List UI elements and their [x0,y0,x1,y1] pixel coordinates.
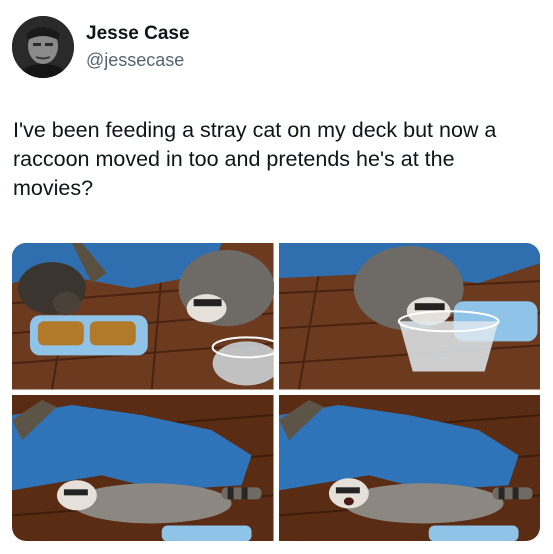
display-name[interactable]: Jesse Case [86,22,190,46]
avatar[interactable] [12,16,74,78]
author-info: Jesse Case @jessecase [86,22,190,72]
photo-4[interactable] [278,394,540,541]
tweet-text: I've been feeding a stray cat on my deck… [13,118,497,200]
photo-3[interactable] [12,394,274,541]
tweet-header: Jesse Case @jessecase [12,16,190,78]
handle[interactable]: @jessecase [86,48,190,72]
photo-2[interactable] [278,243,540,390]
photo-1[interactable] [12,243,274,390]
media-grid [12,243,540,541]
